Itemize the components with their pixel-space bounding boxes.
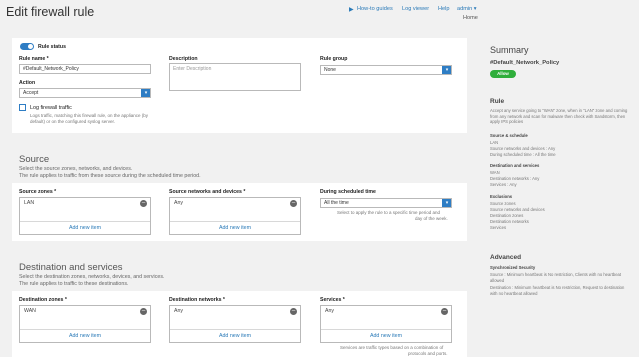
action-value: Accept xyxy=(23,90,39,96)
schedule-label: During scheduled time xyxy=(320,189,376,195)
page-title: Edit firewall rule xyxy=(6,5,95,19)
summary-sync-line: Destination : Minimum heartbeat is No re… xyxy=(490,285,625,296)
destination-desc-2: The rule applies to traffic to these des… xyxy=(19,281,129,287)
destination-networks-list: Any – Add new item xyxy=(169,305,301,343)
summary-destination-line: Destination networks : Any xyxy=(490,176,540,181)
breadcrumb[interactable]: Home xyxy=(463,15,478,21)
list-item[interactable]: Any xyxy=(174,308,183,314)
summary-sync-line: Source : Minimum heartbeat is No restric… xyxy=(490,272,622,283)
add-service-button[interactable]: Add new item xyxy=(321,329,451,342)
summary-sync-heading: Synchronized Security xyxy=(490,265,536,270)
remove-icon[interactable]: – xyxy=(140,308,147,315)
summary-source-line: LAN xyxy=(490,140,499,145)
source-title: Source xyxy=(19,154,50,165)
list-item[interactable]: LAN xyxy=(24,200,34,206)
summary-exclusion-line: Source networks and devices xyxy=(490,207,545,212)
add-destination-zone-button[interactable]: Add new item xyxy=(20,329,150,342)
summary-exclusion-line: Destination networks xyxy=(490,219,529,224)
rule-group-label: Rule group xyxy=(320,56,348,62)
summary-source-line: Source networks and devices : Any xyxy=(490,146,556,151)
destination-zones-label: Destination zones * xyxy=(19,297,67,303)
summary-destination-heading: Destination and services xyxy=(490,163,540,168)
chevron-down-icon: ▾ xyxy=(442,66,451,74)
summary-source-heading: Source & schedule xyxy=(490,133,528,138)
source-networks-list: Any – Add new item xyxy=(169,197,301,235)
action-label: Action xyxy=(19,80,36,86)
log-help-2: default) or on the configured syslog ser… xyxy=(30,119,116,124)
rule-status-label: Rule status xyxy=(38,44,66,50)
destination-networks-label: Destination networks * xyxy=(169,297,225,303)
summary-exclusion-line: Services xyxy=(490,225,507,230)
chevron-down-icon: ▾ xyxy=(442,199,451,207)
add-source-zone-button[interactable]: Add new item xyxy=(20,221,150,234)
status-badge: Allow xyxy=(490,70,516,78)
rule-status-toggle[interactable] xyxy=(20,43,34,50)
summary-rule-heading: Rule xyxy=(490,98,505,105)
summary-rule-name: #Default_Network_Policy xyxy=(490,60,560,66)
rule-name-label: Rule name * xyxy=(19,56,49,62)
remove-icon[interactable]: – xyxy=(441,308,448,315)
schedule-select[interactable]: All the time ▾ xyxy=(320,198,452,208)
chevron-down-icon: ▾ xyxy=(141,89,150,97)
source-networks-label: Source networks and devices * xyxy=(169,189,246,195)
howto-link[interactable]: How-to guides xyxy=(357,6,393,12)
schedule-help-2: day of the week. xyxy=(415,216,448,221)
rule-name-value: #Default_Network_Policy xyxy=(23,66,79,72)
schedule-value: All the time xyxy=(324,200,349,206)
admin-menu[interactable]: admin ▾ xyxy=(457,6,477,12)
services-help-2: protocols and ports. xyxy=(408,351,448,356)
summary-advanced-heading: Advanced xyxy=(490,254,522,261)
log-traffic-label: Log firewall traffic xyxy=(30,105,72,111)
rule-group-select[interactable]: None ▾ xyxy=(320,65,452,75)
services-list: Any – Add new item xyxy=(320,305,452,343)
services-label: Services * xyxy=(320,297,345,303)
add-destination-network-button[interactable]: Add new item xyxy=(170,329,300,342)
remove-icon[interactable]: – xyxy=(290,200,297,207)
logviewer-link[interactable]: Log viewer xyxy=(402,6,429,12)
remove-icon[interactable]: – xyxy=(140,200,147,207)
description-input[interactable]: Enter Description xyxy=(169,63,301,91)
source-zones-label: Source zones * xyxy=(19,189,57,195)
list-item[interactable]: WAN xyxy=(24,308,36,314)
log-traffic-checkbox[interactable] xyxy=(19,104,26,111)
list-item[interactable]: Any xyxy=(325,308,334,314)
summary-destination-line: Services : Any xyxy=(490,182,517,187)
summary-exclusion-line: Source zones xyxy=(490,201,516,206)
rule-group-value: None xyxy=(324,67,336,73)
destination-zones-list: WAN – Add new item xyxy=(19,305,151,343)
summary-exclusions-heading: Exclusions xyxy=(490,194,513,199)
summary-rule-text: Accept any service going to "WAN" zone, … xyxy=(490,108,628,125)
description-placeholder: Enter Description xyxy=(173,66,212,72)
list-item[interactable]: Any xyxy=(174,200,183,206)
video-icon[interactable]: ▶ xyxy=(349,6,354,13)
summary-source-line: During scheduled time : All the time xyxy=(490,152,556,157)
summary-exclusion-line: Destination zones xyxy=(490,213,524,218)
remove-icon[interactable]: – xyxy=(290,308,297,315)
source-zones-list: LAN – Add new item xyxy=(19,197,151,235)
rule-name-input[interactable]: #Default_Network_Policy xyxy=(19,64,151,74)
summary-destination-line: WAN xyxy=(490,170,500,175)
summary-title: Summary xyxy=(490,45,529,55)
description-label: Description xyxy=(169,56,198,62)
help-link[interactable]: Help xyxy=(438,6,450,12)
action-select[interactable]: Accept ▾ xyxy=(19,88,151,98)
source-desc-2: The rule applies to traffic from these s… xyxy=(19,173,201,179)
destination-title: Destination and services xyxy=(19,262,123,273)
add-source-network-button[interactable]: Add new item xyxy=(170,221,300,234)
